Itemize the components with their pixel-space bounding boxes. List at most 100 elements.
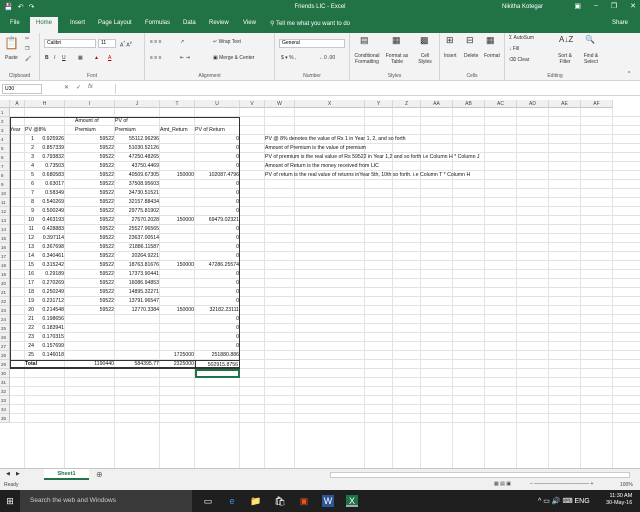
find-select-button[interactable]: Find & Select [579,53,603,65]
format-cells-icon[interactable]: ▦ [486,35,495,46]
row-header[interactable]: 12 [0,207,10,216]
cell[interactable]: 2325000 [160,360,195,369]
cell[interactable]: 59522 [65,198,115,207]
column-header-x[interactable]: X [295,100,365,108]
cell[interactable] [160,279,195,288]
cell[interactable]: Amt_Return [160,126,195,135]
font-name-select[interactable]: Calibri [44,39,96,48]
row-header[interactable]: 16 [0,243,10,252]
cell[interactable]: 0.63017 [25,180,65,189]
cell[interactable]: 0 [195,144,240,153]
cell[interactable] [160,162,195,171]
cell[interactable]: 0.250249 [25,288,65,297]
conditional-formatting-button[interactable]: Conditional Formatting [352,53,382,65]
cell[interactable]: 0 [195,225,240,234]
cell[interactable]: 502915.8756 [195,360,240,369]
next-sheet-icon[interactable]: ▶ [16,471,20,477]
horizontal-scrollbar[interactable] [330,472,630,478]
cell[interactable]: 0 [195,342,240,351]
cell[interactable]: 0 [195,243,240,252]
cell[interactable]: 0.793832 [25,153,65,162]
cell[interactable]: 1725000 [160,351,195,360]
cell[interactable]: PV @ 8% denotes the value of Rs 1 in Yea… [265,135,605,144]
cell[interactable] [160,288,195,297]
row-header[interactable]: 19 [0,270,10,279]
cell[interactable]: 59522 [65,162,115,171]
minimize-icon[interactable]: – [594,2,598,10]
insert-cells-icon[interactable]: ⊞ [446,35,454,46]
cell[interactable]: 0 [195,270,240,279]
cell[interactable]: 12770.3384 [115,306,160,315]
cell[interactable]: 59522 [65,270,115,279]
row-header[interactable]: 9 [0,180,10,189]
cell[interactable]: 13791.96547 [115,297,160,306]
cell[interactable] [160,198,195,207]
align-top-icon[interactable]: ≡ ≡ ≡ [150,39,162,45]
cell[interactable]: 51030.52126 [115,144,160,153]
cell[interactable]: Amount of Premium is the value of premiu… [265,144,605,153]
cell[interactable]: 59522 [65,288,115,297]
row-header[interactable]: 11 [0,198,10,207]
cell[interactable]: 0.680583 [25,171,65,180]
new-sheet-icon[interactable]: ⊕ [96,470,103,479]
cell[interactable]: 0 [195,288,240,297]
cell[interactable]: 23637.00514 [115,234,160,243]
column-header-j[interactable]: J [115,100,160,108]
office-icon[interactable]: ▣ [298,495,310,507]
cell[interactable]: 150000 [160,216,195,225]
cell[interactable]: 16086.94853 [115,279,160,288]
prev-sheet-icon[interactable]: ◀ [6,471,10,477]
wrap-text-button[interactable]: ↵ Wrap Text [213,39,241,45]
cell[interactable] [65,351,115,360]
number-format-select[interactable]: General [279,39,345,48]
cell[interactable]: PV @8% [25,126,65,135]
column-header-h[interactable]: H [25,100,65,108]
column-header-a[interactable]: A [10,100,25,108]
row-header[interactable]: 8 [0,171,10,180]
clear-button[interactable]: ⌫ Clear [509,57,529,63]
sheet-tab-sheet1[interactable]: Sheet1 [44,469,89,480]
cell[interactable]: 59522 [65,171,115,180]
column-header-ad[interactable]: AD [517,100,549,108]
cell[interactable]: 59522 [65,135,115,144]
cell[interactable]: PV of premium is the real value of Rs 59… [265,153,605,162]
row-header[interactable]: 3 [0,126,10,135]
column-header-ab[interactable]: AB [453,100,485,108]
cell[interactable]: 0.214548 [25,306,65,315]
cell[interactable]: 29775.81902 [115,207,160,216]
cell[interactable]: 0 [195,207,240,216]
cell[interactable] [115,324,160,333]
cell[interactable] [65,324,115,333]
cell[interactable]: 34730.51521 [115,189,160,198]
row-header[interactable]: 31 [0,378,10,387]
tab-formulas[interactable]: Formulas [145,20,170,26]
row-header[interactable]: 35 [0,414,10,423]
cell[interactable]: 20264.9221 [115,252,160,261]
fill-color-icon[interactable]: ▲ [94,55,99,61]
row-header[interactable]: 20 [0,279,10,288]
cell-styles-icon[interactable]: ▩ [420,35,429,46]
row-header[interactable]: 4 [0,135,10,144]
borders-icon[interactable]: ▦ [78,55,83,61]
font-color-icon[interactable]: A [108,55,111,61]
tab-insert[interactable]: Insert [70,20,85,26]
cell[interactable]: 0.157699 [25,342,65,351]
row-header[interactable]: 24 [0,315,10,324]
cell[interactable]: 0.183941 [25,324,65,333]
cell[interactable]: 59522 [65,252,115,261]
fill-button[interactable]: ↓ Fill [509,46,519,52]
view-buttons-icon[interactable]: ▦ ▤ ▣ [494,481,511,487]
cell[interactable] [160,324,195,333]
cell[interactable] [160,315,195,324]
row-header[interactable]: 32 [0,387,10,396]
cell[interactable] [160,270,195,279]
find-icon[interactable]: 🔍 [585,35,595,44]
row-header[interactable]: 6 [0,153,10,162]
cell[interactable]: 0 [195,162,240,171]
cell[interactable] [160,234,195,243]
tab-data[interactable]: Data [183,20,196,26]
cell[interactable]: 0.857339 [25,144,65,153]
word-icon[interactable]: W [322,495,334,507]
column-header-t[interactable]: T [160,100,195,108]
cell[interactable] [160,252,195,261]
